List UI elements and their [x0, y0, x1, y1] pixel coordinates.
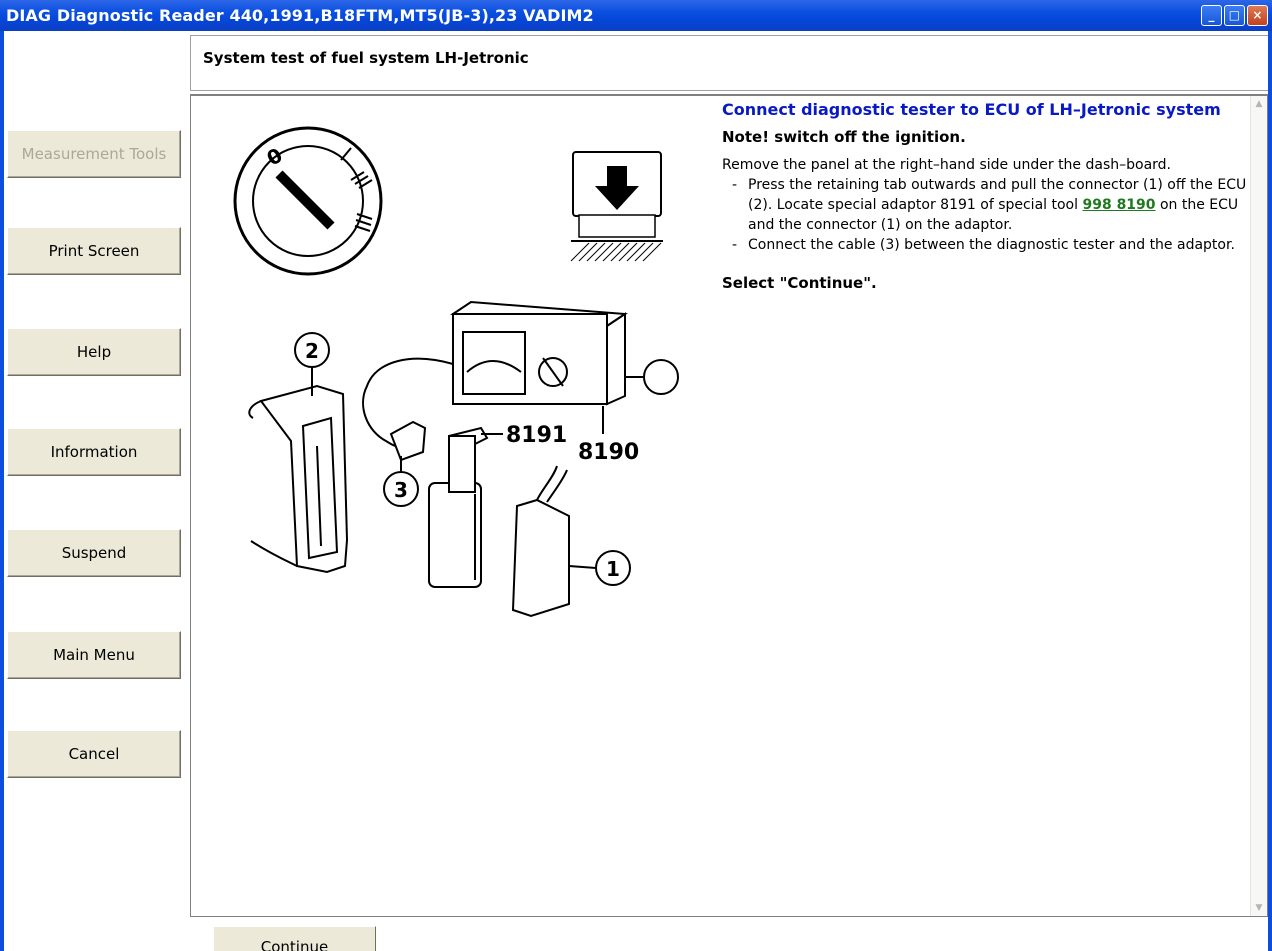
maximize-icon: □	[1228, 8, 1241, 22]
press-down-icon	[570, 151, 663, 262]
list-item: - Press the retaining tab outwards and pu…	[722, 175, 1250, 235]
list-bullet: -	[732, 177, 738, 193]
list-item: - Connect the cable (3) between the diagn…	[722, 235, 1250, 255]
page-header: System test of fuel system LH-Jetronic	[190, 35, 1268, 91]
connection-diagram: 0 2 3 1 8191 8190	[233, 126, 679, 618]
ecu-unit-icon	[248, 384, 349, 574]
window-title: DIAG Diagnostic Reader 440,1991,B18FTM,M…	[6, 6, 594, 25]
close-button[interactable]: ×	[1247, 5, 1268, 26]
select-continue-text: Select "Continue".	[722, 274, 877, 292]
measurement-tools-button[interactable]: Measurement Tools	[7, 130, 181, 178]
ignition-switch-icon	[233, 126, 383, 276]
help-button[interactable]: Help	[7, 328, 181, 376]
sidebar: Measurement Tools Print Screen Help Info…	[4, 31, 190, 951]
title-bar: DIAG Diagnostic Reader 440,1991,B18FTM,M…	[0, 0, 1272, 31]
tool-8191-label: 8191	[506, 423, 567, 448]
window-frame-right	[1268, 31, 1272, 951]
close-icon: ×	[1252, 8, 1263, 22]
step-2-text: Connect the cable (3) between the diagno…	[748, 237, 1235, 253]
tool-8190-label: 8190	[578, 440, 639, 465]
instruction-heading: Connect diagnostic tester to ECU of LH–J…	[722, 100, 1221, 119]
information-button[interactable]: Information	[7, 428, 181, 476]
callout-1-label: 1	[606, 557, 620, 581]
content-panel: 0 2 3 1 8191 8190 Connect diagnostic tes…	[190, 94, 1268, 917]
instruction-text: Connect diagnostic tester to ECU of LH–J…	[722, 100, 1250, 292]
callout-3-label: 3	[394, 478, 408, 502]
scroll-up-icon[interactable]: ▲	[1251, 96, 1267, 112]
minimize-icon: _	[1208, 8, 1215, 22]
intro-paragraph: Remove the panel at the right–hand side …	[722, 157, 1172, 173]
connector-icon	[511, 465, 570, 618]
list-bullet: -	[732, 237, 738, 253]
scroll-down-icon[interactable]: ▼	[1251, 900, 1267, 916]
maximize-button[interactable]: □	[1224, 5, 1245, 26]
minimize-button[interactable]: _	[1201, 5, 1222, 26]
main-menu-button[interactable]: Main Menu	[7, 631, 181, 679]
page-title: System test of fuel system LH-Jetronic	[203, 49, 529, 67]
continue-button[interactable]: Continue	[213, 926, 376, 951]
window-controls: _ □ ×	[1201, 5, 1268, 26]
vertical-scrollbar[interactable]: ▲ ▼	[1250, 96, 1267, 916]
cancel-button[interactable]: Cancel	[7, 730, 181, 778]
suspend-button[interactable]: Suspend	[7, 529, 181, 577]
special-tool-link[interactable]: 998 8190	[1082, 197, 1155, 213]
ignition-note: Note! switch off the ignition.	[722, 128, 966, 146]
callout-2-label: 2	[305, 339, 319, 363]
step-list: - Press the retaining tab outwards and pu…	[722, 175, 1250, 255]
print-screen-button[interactable]: Print Screen	[7, 227, 181, 275]
